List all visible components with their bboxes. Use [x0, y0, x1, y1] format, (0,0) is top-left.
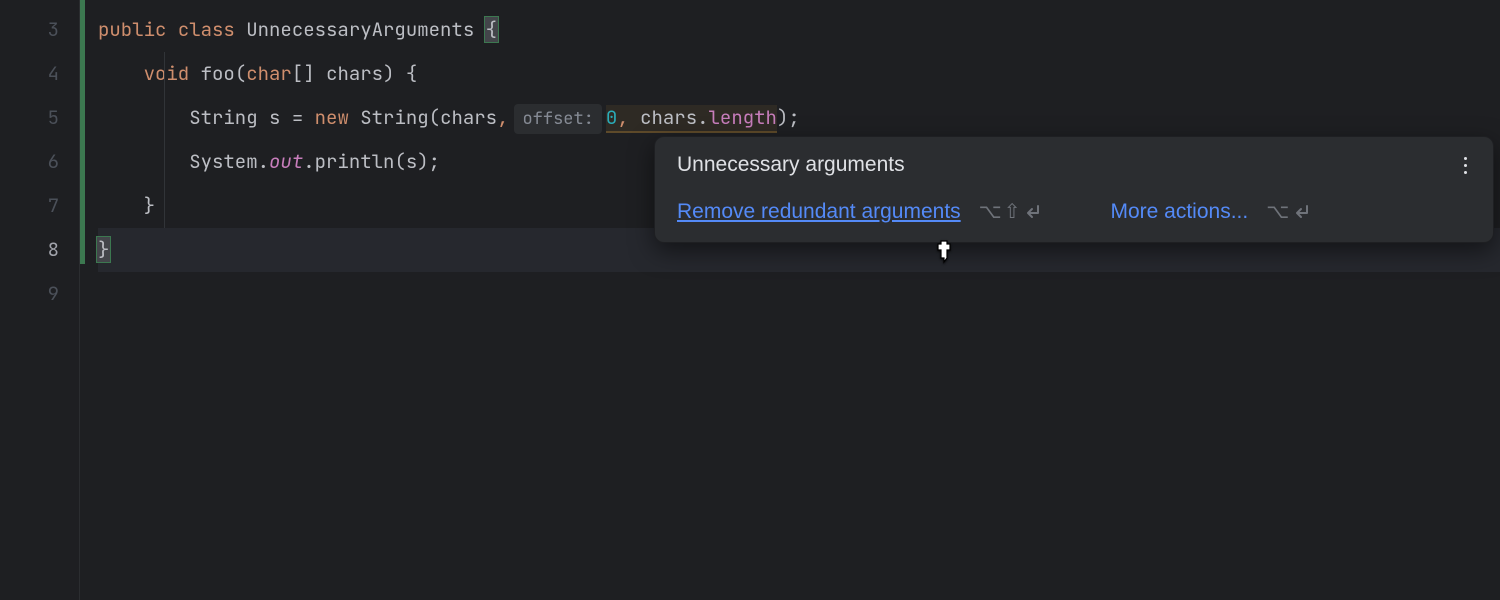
code-line[interactable]: public class UnnecessaryArguments {: [98, 8, 1500, 52]
opt-key-icon: ⌥: [979, 199, 1002, 224]
keyword: void: [144, 61, 190, 86]
brackets: []: [292, 61, 315, 86]
paren-close: ): [383, 61, 394, 86]
brace-close: }: [96, 236, 111, 263]
paren-close: ): [777, 105, 788, 130]
change-marker: [80, 0, 85, 264]
more-options-icon[interactable]: [1455, 153, 1475, 177]
keyword: class: [178, 17, 235, 42]
line-number: 3: [0, 8, 59, 52]
inspection-title: Unnecessary arguments: [677, 153, 1471, 177]
inspection-actions: Remove redundant arguments ⌥⇧ More actio…: [677, 199, 1471, 224]
paren-open: (: [235, 61, 246, 86]
shift-key-icon: ⇧: [1004, 199, 1021, 224]
shortcut-hint: ⌥⇧: [979, 199, 1043, 224]
line-number: 5: [0, 96, 59, 140]
comma: ,: [497, 105, 508, 130]
enter-key-icon: [1291, 204, 1311, 220]
line-number: 7: [0, 184, 59, 228]
dot: .: [303, 149, 314, 174]
comma: ,: [617, 105, 628, 130]
brace-open: {: [406, 61, 417, 86]
paren-open: (: [394, 149, 405, 174]
line-number: 4: [0, 52, 59, 96]
class-ref: System: [189, 149, 257, 174]
equals: =: [292, 105, 303, 130]
inspection-popup: Unnecessary arguments Remove redundant a…: [654, 136, 1494, 243]
brace-close: }: [144, 193, 155, 218]
line-number: 9: [0, 272, 59, 316]
type: String: [189, 105, 257, 130]
variable: s: [269, 105, 280, 130]
more-actions-link[interactable]: More actions...: [1110, 200, 1248, 224]
argument: chars: [640, 105, 697, 130]
parameter-hint: offset:: [514, 104, 601, 134]
line-number: 6: [0, 140, 59, 184]
type: char: [246, 61, 292, 86]
line-number-gutter: 3 4 5 6 7 8 9: [0, 0, 80, 600]
keyword: public: [98, 17, 166, 42]
dot: .: [258, 149, 269, 174]
static-field: out: [269, 149, 303, 174]
code-editor[interactable]: 3 4 5 6 7 8 9 public class UnnecessaryAr…: [0, 0, 1500, 600]
parameter: chars: [326, 61, 383, 86]
field-access: length: [709, 105, 777, 130]
method-name: foo: [201, 61, 235, 86]
shortcut-hint: ⌥: [1266, 199, 1311, 224]
keyword: new: [315, 105, 349, 130]
argument: s: [406, 149, 417, 174]
constructor: String: [360, 105, 428, 130]
method-call: println: [315, 149, 395, 174]
semicolon: ;: [788, 105, 799, 130]
code-line[interactable]: String s = new String(chars,offset:0, ch…: [98, 96, 1500, 140]
indent-guide: [164, 140, 165, 184]
indent-guide: [164, 52, 165, 96]
paren-open: (: [429, 105, 440, 130]
number-literal: 0: [606, 105, 617, 130]
line-number-current: 8: [0, 228, 59, 272]
brace-open: {: [484, 16, 499, 43]
fix-action-link[interactable]: Remove redundant arguments: [677, 200, 961, 224]
class-name: UnnecessaryArguments: [246, 17, 474, 42]
opt-key-icon: ⌥: [1266, 199, 1289, 224]
enter-key-icon: [1022, 204, 1042, 220]
indent-guide: [164, 96, 165, 140]
code-area[interactable]: public class UnnecessaryArguments { void…: [80, 0, 1500, 600]
warning-argument: 0, chars.length: [606, 105, 777, 133]
indent-guide: [164, 184, 165, 228]
paren-close: ): [417, 149, 428, 174]
code-line-empty[interactable]: [98, 272, 1500, 316]
argument: chars: [440, 105, 497, 130]
dot: .: [697, 105, 708, 130]
code-line[interactable]: void foo(char[] chars) {: [98, 52, 1500, 96]
semicolon: ;: [429, 149, 440, 174]
